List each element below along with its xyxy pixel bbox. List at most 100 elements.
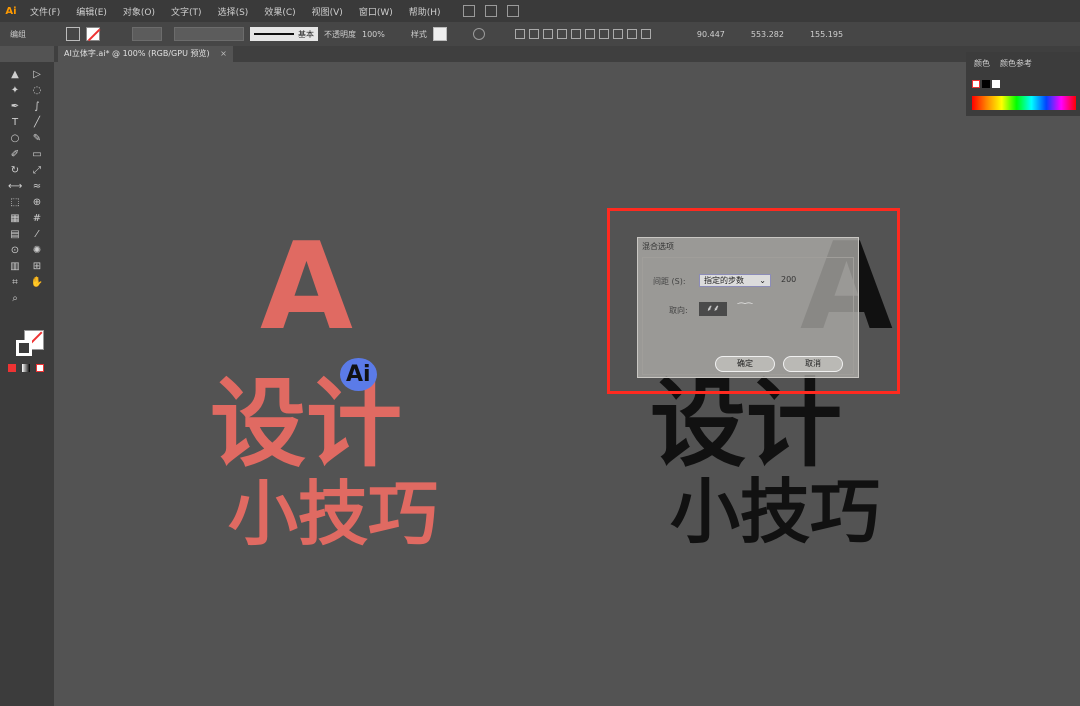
graphic-style-swatch[interactable] <box>432 27 447 41</box>
dialog-title: 混合选项 <box>642 242 674 251</box>
control-bar: 编组 基本 不透明度 100% 样式 90.447 553.282 155.19… <box>0 22 1080 46</box>
menu-select[interactable]: 选择(S) <box>210 5 257 18</box>
type-tool-icon[interactable]: T <box>8 116 22 129</box>
stroke-weight-field[interactable] <box>132 27 162 41</box>
blend-options-dialog: 混合选项 间距 (S): 指定的步数 ⌄ 200 取向: ⸙⸙ ⁀⁀ 确定 取消 <box>637 237 859 378</box>
menu-window[interactable]: 窗口(W) <box>351 5 401 18</box>
color-panel: 颜色 颜色参考 <box>966 52 1080 116</box>
artwork-left-center: Ai <box>340 358 377 391</box>
selection-tool-icon[interactable]: ▲ <box>8 68 22 81</box>
menu-file[interactable]: 文件(F) <box>22 5 68 18</box>
recolor-icon[interactable] <box>472 28 485 40</box>
none-swatch-icon[interactable] <box>972 80 980 88</box>
bridge-icon[interactable] <box>462 5 475 17</box>
rotate-tool-icon[interactable]: ↻ <box>8 164 22 177</box>
stroke-preview <box>254 33 294 35</box>
chevron-down-icon: ⌄ <box>759 276 766 285</box>
artwork-left-line2: 小技巧 <box>228 473 438 555</box>
menu-view[interactable]: 视图(V) <box>304 5 351 18</box>
stroke-swatch[interactable] <box>86 27 100 41</box>
menu-edit[interactable]: 编辑(E) <box>68 5 115 18</box>
close-icon[interactable]: × <box>220 49 227 58</box>
symbol-sprayer-tool-icon[interactable]: ✺ <box>30 244 44 257</box>
color-spectrum[interactable] <box>972 96 1076 110</box>
distribute-icon[interactable] <box>598 29 609 39</box>
align-left-icon[interactable] <box>514 29 525 39</box>
free-transform-tool-icon[interactable]: ⬚ <box>8 196 22 209</box>
hand-tool-icon[interactable]: ✋ <box>30 276 44 289</box>
mesh-tool-icon[interactable]: # <box>30 212 44 225</box>
spacing-label: 间距 (S): <box>653 277 686 286</box>
stroke-style-field[interactable]: 基本 <box>250 27 318 41</box>
tab-color[interactable]: 颜色 <box>974 58 990 69</box>
align-hcenter-icon[interactable] <box>528 29 539 39</box>
y-coordinate[interactable]: 553.282 <box>751 30 784 39</box>
spacing-steps-value[interactable]: 200 <box>781 275 796 284</box>
slice-tool-icon[interactable]: ⌗ <box>8 276 22 289</box>
pen-tool-icon[interactable]: ✒ <box>8 100 22 113</box>
align-right-icon[interactable] <box>542 29 553 39</box>
gpu-rocket-icon[interactable] <box>506 5 519 17</box>
variable-width-field[interactable] <box>174 27 244 41</box>
artboard-tool-icon[interactable]: ⊞ <box>30 260 44 273</box>
align-vcenter-icon[interactable] <box>570 29 581 39</box>
color-mode-icon[interactable] <box>8 364 16 372</box>
document-tab[interactable]: AI立体字.ai* @ 100% (RGB/GPU 预览) × <box>58 46 233 62</box>
menu-effect[interactable]: 效果(C) <box>256 5 303 18</box>
direct-selection-tool-icon[interactable]: ▷ <box>30 68 44 81</box>
stroke-style-label: 基本 <box>298 29 314 39</box>
ok-button[interactable]: 确定 <box>715 356 775 372</box>
app-logo-icon: Ai <box>5 5 17 17</box>
artwork-left-title: A <box>260 218 353 357</box>
eyedropper-tool-icon[interactable]: ⁄ <box>30 228 44 241</box>
document-tab-label: AI立体字.ai* @ 100% (RGB/GPU 预览) <box>64 49 210 58</box>
gradient-tool-icon[interactable]: ▤ <box>8 228 22 241</box>
tab-color-guide[interactable]: 颜色参考 <box>1000 58 1032 69</box>
none-mode-icon[interactable] <box>36 364 44 372</box>
align-top-icon[interactable] <box>556 29 567 39</box>
scale-tool-icon[interactable]: ⤢ <box>30 164 44 177</box>
ellipse-tool-icon[interactable]: ○ <box>8 132 22 145</box>
fill-swatch[interactable] <box>66 27 80 41</box>
artwork-left[interactable]: A 设计 小技巧 Ai <box>200 218 540 568</box>
menu-type[interactable]: 文字(T) <box>163 5 210 18</box>
x-coordinate[interactable]: 90.447 <box>697 30 725 39</box>
width-tool-icon[interactable]: ⟷ <box>8 180 22 193</box>
gradient-mode-icon[interactable] <box>22 364 30 372</box>
dialog-body: 间距 (S): 指定的步数 ⌄ 200 取向: ⸙⸙ ⁀⁀ 确定 取消 <box>642 257 854 375</box>
align-to-page-icon[interactable]: ⸙⸙ <box>699 302 727 316</box>
cancel-button[interactable]: 取消 <box>783 356 843 372</box>
line-tool-icon[interactable]: ╱ <box>30 116 44 129</box>
eraser-tool-icon[interactable]: ▭ <box>30 148 44 161</box>
width-value[interactable]: 155.195 <box>810 30 843 39</box>
paintbrush-tool-icon[interactable]: ✎ <box>30 132 44 145</box>
curvature-tool-icon[interactable]: ∫ <box>30 100 44 113</box>
distribute-h-icon[interactable] <box>612 29 623 39</box>
magic-wand-tool-icon[interactable]: ✦ <box>8 84 22 97</box>
opacity-value[interactable]: 100% <box>362 30 385 39</box>
blend-tool-icon[interactable]: ⊙ <box>8 244 22 257</box>
align-bottom-icon[interactable] <box>584 29 595 39</box>
graph-tool-icon[interactable]: ▥ <box>8 260 22 273</box>
lasso-tool-icon[interactable]: ◌ <box>30 84 44 97</box>
distribute-v-icon[interactable] <box>626 29 637 39</box>
transform-icon[interactable] <box>640 29 651 39</box>
artwork-right-line2: 小技巧 <box>670 471 880 553</box>
selection-state: 编组 <box>10 29 26 39</box>
shaper-tool-icon[interactable]: ✐ <box>8 148 22 161</box>
fill-stroke-widget[interactable] <box>14 330 44 358</box>
perspective-grid-tool-icon[interactable]: ▦ <box>8 212 22 225</box>
align-to-path-icon[interactable]: ⁀⁀ <box>731 302 759 316</box>
opacity-label: 不透明度 <box>324 29 356 39</box>
warp-tool-icon[interactable]: ≈ <box>30 180 44 193</box>
menu-object[interactable]: 对象(O) <box>115 5 163 18</box>
black-swatch[interactable] <box>982 80 990 88</box>
workspace-icon[interactable] <box>484 5 497 17</box>
fill-icon[interactable] <box>16 340 32 356</box>
zoom-tool-icon[interactable]: ⌕ <box>8 292 22 305</box>
spacing-select[interactable]: 指定的步数 ⌄ <box>699 274 771 287</box>
white-swatch[interactable] <box>992 80 1000 88</box>
shape-builder-tool-icon[interactable]: ⊕ <box>30 196 44 209</box>
menu-help[interactable]: 帮助(H) <box>401 5 449 18</box>
panel-swatches <box>972 80 1000 88</box>
